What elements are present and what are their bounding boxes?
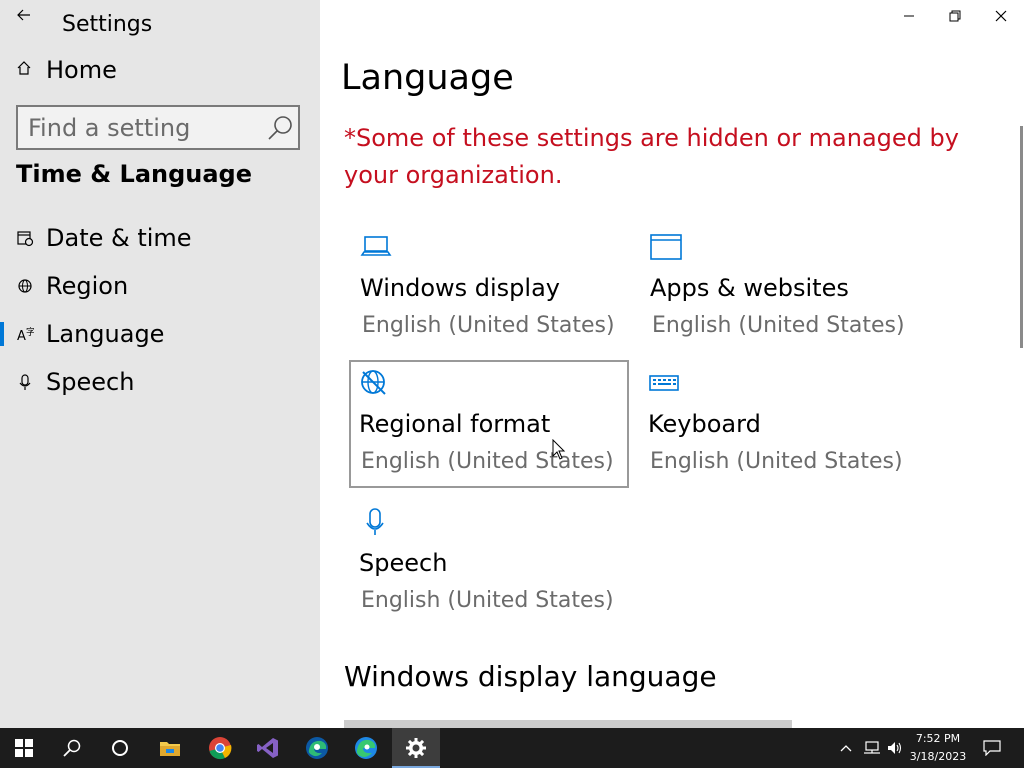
section-heading: Windows display language bbox=[344, 660, 717, 693]
clock-date: 3/18/2023 bbox=[909, 750, 967, 763]
volume-icon bbox=[888, 742, 902, 754]
tile-name: Regional format bbox=[359, 410, 551, 438]
section-title: Time & Language bbox=[16, 160, 253, 188]
start-button[interactable] bbox=[0, 728, 48, 768]
app-title: Settings bbox=[62, 12, 153, 37]
network-button[interactable] bbox=[860, 728, 884, 768]
visual-studio-button[interactable] bbox=[244, 728, 292, 768]
sidebar-item-language[interactable]: A字 Language bbox=[0, 312, 320, 356]
file-explorer-button[interactable] bbox=[146, 728, 194, 768]
active-indicator bbox=[0, 322, 4, 346]
tile-name: Keyboard bbox=[648, 410, 761, 438]
microphone-icon bbox=[366, 508, 384, 535]
sidebar-item-label: Region bbox=[46, 272, 129, 300]
visual-studio-icon bbox=[257, 738, 278, 758]
home-link[interactable]: Home bbox=[16, 52, 117, 88]
minimize-button[interactable] bbox=[886, 0, 932, 32]
start-icon bbox=[15, 739, 33, 757]
nav-indicator bbox=[0, 274, 4, 298]
scrollbar-thumb[interactable] bbox=[1020, 126, 1023, 348]
edge-icon bbox=[355, 737, 377, 759]
cortana-button[interactable] bbox=[96, 728, 144, 768]
sidebar: Settings Home Find a setting Time & Lang… bbox=[0, 0, 320, 728]
globe-icon bbox=[18, 279, 32, 293]
regional-format-tile[interactable]: Regional format English (United States) bbox=[349, 360, 629, 488]
tile-value: English (United States) bbox=[650, 449, 903, 474]
close-button[interactable] bbox=[978, 0, 1024, 32]
tile-name: Apps & websites bbox=[650, 274, 849, 302]
keyboard-tile[interactable]: Keyboard English (United States) bbox=[640, 362, 916, 486]
tile-value: English (United States) bbox=[652, 313, 905, 338]
tile-value: English (United States) bbox=[362, 313, 615, 338]
close-icon bbox=[995, 10, 1007, 22]
edge-button[interactable] bbox=[342, 728, 390, 768]
clock-time: 7:52 PM bbox=[915, 732, 961, 745]
taskbar: 7:52 PM 3/18/2023 bbox=[0, 728, 1024, 768]
sidebar-item-label: Language bbox=[46, 320, 165, 348]
window-icon bbox=[650, 234, 682, 260]
svg-text:字: 字 bbox=[26, 326, 34, 338]
search-placeholder: Find a setting bbox=[28, 114, 191, 142]
sidebar-item-date-time[interactable]: Date & time bbox=[0, 216, 320, 260]
file-explorer-icon bbox=[160, 742, 180, 756]
minimize-icon bbox=[904, 15, 914, 17]
home-label: Home bbox=[46, 56, 117, 84]
globe-format-icon bbox=[361, 370, 386, 395]
sidebar-item-label: Date & time bbox=[46, 224, 192, 252]
back-arrow-icon bbox=[17, 9, 30, 21]
search-input[interactable]: Find a setting bbox=[16, 105, 300, 150]
chrome-button[interactable] bbox=[196, 728, 244, 768]
svg-text:A: A bbox=[17, 329, 26, 343]
taskbar-search-button[interactable] bbox=[48, 728, 96, 768]
notification-icon bbox=[983, 740, 1001, 756]
cortana-icon bbox=[112, 740, 128, 756]
taskbar-clock[interactable]: 7:52 PM 3/18/2023 bbox=[906, 730, 970, 766]
nav-indicator bbox=[0, 226, 4, 250]
apps-websites-tile[interactable]: Apps & websites English (United States) bbox=[642, 226, 918, 350]
nav-indicator bbox=[0, 370, 4, 394]
settings-icon bbox=[406, 738, 426, 758]
action-center-button[interactable] bbox=[980, 728, 1004, 768]
windows-display-tile[interactable]: Windows display English (United States) bbox=[352, 226, 628, 350]
network-icon bbox=[864, 741, 880, 754]
chevron-up-icon bbox=[840, 745, 852, 752]
laptop-icon bbox=[360, 236, 392, 256]
show-hidden-icons-button[interactable] bbox=[836, 728, 856, 768]
restore-button[interactable] bbox=[932, 0, 978, 32]
restore-icon bbox=[949, 10, 961, 22]
volume-button[interactable] bbox=[884, 728, 906, 768]
calendar-clock-icon bbox=[17, 231, 34, 247]
edge-dev-icon bbox=[306, 737, 328, 759]
edge-dev-button[interactable] bbox=[293, 728, 341, 768]
page-title: Language bbox=[341, 58, 514, 98]
tile-value: English (United States) bbox=[361, 588, 614, 613]
mouse-cursor-icon bbox=[552, 439, 566, 460]
tile-value: English (United States) bbox=[361, 449, 614, 474]
microphone-icon bbox=[19, 374, 31, 390]
sidebar-item-speech[interactable]: Speech bbox=[0, 360, 320, 404]
managed-warning: *Some of these settings are hidden or ma… bbox=[344, 124, 959, 189]
chrome-icon bbox=[209, 737, 232, 760]
keyboard-icon bbox=[649, 375, 679, 391]
language-icon: A字 bbox=[17, 326, 34, 343]
home-icon bbox=[16, 60, 36, 80]
back-button[interactable] bbox=[10, 4, 38, 28]
display-language-dropdown[interactable] bbox=[344, 720, 792, 728]
search-icon bbox=[63, 739, 81, 757]
sidebar-item-region[interactable]: Region bbox=[0, 264, 320, 308]
sidebar-item-label: Speech bbox=[46, 368, 135, 396]
tile-name: Speech bbox=[359, 549, 448, 577]
settings-taskbar-button[interactable] bbox=[392, 728, 440, 768]
tile-name: Windows display bbox=[360, 274, 560, 302]
search-icon[interactable] bbox=[266, 114, 294, 142]
speech-tile[interactable]: Speech English (United States) bbox=[351, 501, 627, 625]
